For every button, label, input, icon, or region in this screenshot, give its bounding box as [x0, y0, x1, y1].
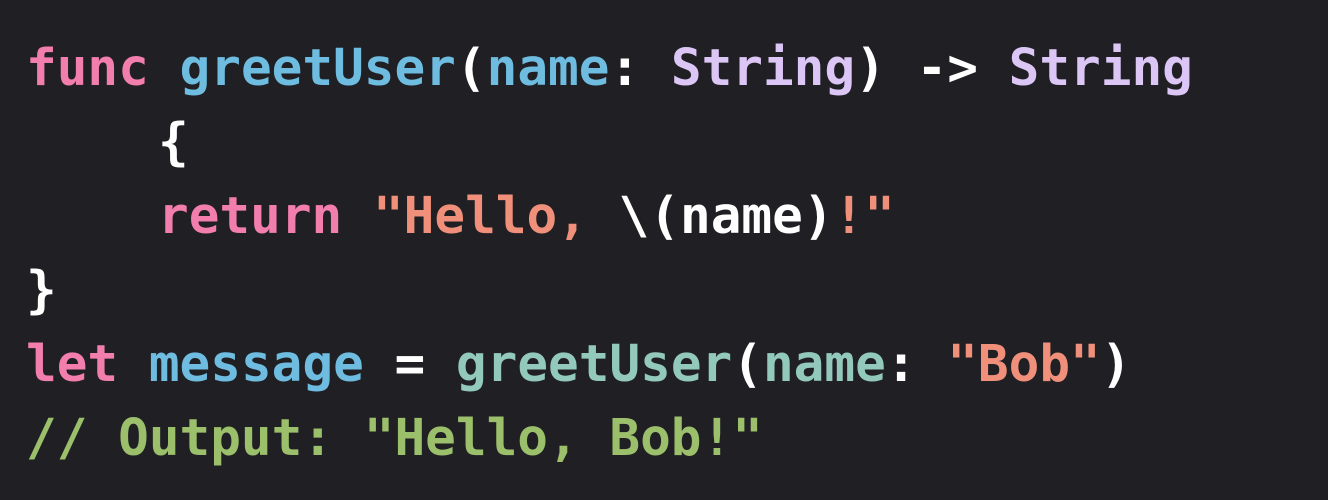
code-token: ( — [455, 39, 487, 98]
code-token: greetUser — [455, 335, 733, 394]
code-token: = — [363, 335, 456, 394]
code-token: { — [158, 113, 189, 172]
code-line: { — [26, 106, 1328, 180]
code-token: !" — [833, 187, 895, 246]
code-token: String — [670, 39, 856, 98]
code-token: func — [26, 39, 149, 98]
code-token: : — [885, 335, 948, 394]
code-token: String — [1008, 39, 1193, 98]
code-line: // Output: "Hello, Bob!" — [26, 402, 1328, 476]
code-token: "Bob" — [947, 335, 1101, 394]
code-token: : — [609, 39, 671, 98]
code-line: return "Hello, \(name)!" — [26, 180, 1328, 254]
code-block: func greetUser(name: String) -> String{r… — [26, 32, 1328, 476]
code-token: } — [26, 261, 57, 320]
code-token: return — [158, 187, 343, 246]
code-line: } — [26, 254, 1328, 328]
code-editor[interactable]: func greetUser(name: String) -> String{r… — [0, 0, 1328, 500]
code-token: greetUser — [179, 39, 456, 98]
code-token: ) — [1100, 335, 1132, 394]
code-token: // Output: "Hello, Bob!" — [26, 409, 763, 468]
code-token: name — [486, 39, 610, 98]
code-token: ) -> — [855, 39, 1009, 98]
code-token: let — [26, 335, 119, 394]
code-token: ( — [732, 335, 763, 394]
code-token: name — [762, 335, 886, 394]
code-token: \(name) — [618, 187, 834, 246]
code-token: message — [148, 335, 364, 394]
code-token: "Hello, — [372, 187, 619, 246]
code-line: let message = greetUser(name: "Bob") — [26, 328, 1328, 402]
code-line: func greetUser(name: String) -> String — [26, 32, 1328, 106]
